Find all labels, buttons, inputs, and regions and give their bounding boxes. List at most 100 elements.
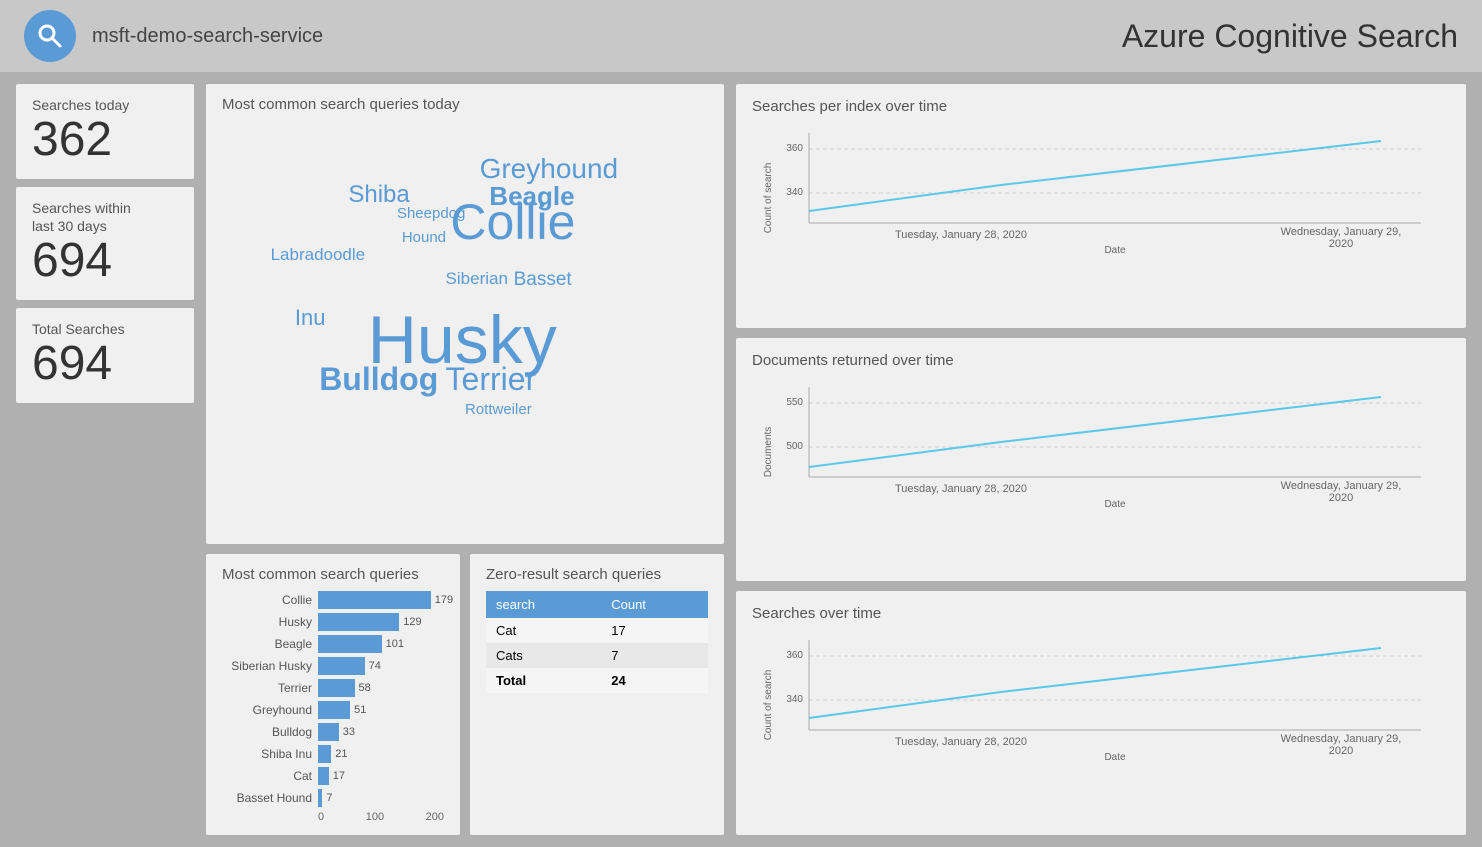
- bar-value: 21: [335, 748, 347, 760]
- bar-value: 51: [354, 704, 366, 716]
- word-cloud-word: Hound: [402, 229, 446, 246]
- right-column: Searches per index over time 360 340 Cou…: [736, 84, 1466, 835]
- svg-text:2020: 2020: [1329, 745, 1353, 757]
- bar-fill: [318, 789, 322, 807]
- header: msft-demo-search-service Azure Cognitive…: [0, 0, 1482, 72]
- documents-returned-svg: 550 500 Documents Tuesday, January 28, 2…: [752, 377, 1450, 507]
- searches-30-card: Searches within last 30 days 694: [16, 187, 194, 300]
- col-count: Count: [601, 591, 708, 618]
- total-value: 24: [601, 668, 708, 693]
- searches-per-index-chart: 360 340 Count of search Tuesday, January…: [752, 123, 1450, 253]
- bar-fill: [318, 701, 350, 719]
- bar-label: Siberian Husky: [222, 659, 312, 673]
- bar-value: 179: [435, 594, 453, 606]
- wordcloud-title: Most common search queries today: [222, 96, 708, 113]
- svg-text:2020: 2020: [1329, 238, 1353, 250]
- word-cloud-word: Terrier: [446, 361, 537, 398]
- bar-value: 129: [403, 616, 421, 628]
- svg-text:Tuesday, January 28, 2020: Tuesday, January 28, 2020: [895, 736, 1027, 748]
- count-cell: 7: [601, 643, 708, 668]
- bar-value: 58: [359, 682, 371, 694]
- header-left: msft-demo-search-service: [24, 10, 323, 62]
- table-row: Cats7: [486, 643, 708, 668]
- svg-text:Date: Date: [1104, 499, 1126, 507]
- bar-fill: [318, 613, 399, 631]
- bar-track: 17: [318, 767, 444, 785]
- bar-label: Collie: [222, 593, 312, 607]
- middle-column: Most common search queries today Greyhou…: [206, 84, 724, 835]
- search-cell: Cat: [486, 618, 601, 643]
- word-cloud-word: Basset: [514, 269, 572, 291]
- svg-text:Date: Date: [1104, 752, 1126, 760]
- bar-axis: 0100200: [222, 811, 444, 823]
- col-search: search: [486, 591, 601, 618]
- bar-value: 101: [386, 638, 404, 650]
- zero-result-table: search Count Cat17Cats7 Total 24: [486, 591, 708, 693]
- app-title: Azure Cognitive Search: [1122, 18, 1458, 55]
- bar-track: 179: [318, 591, 444, 609]
- bar-label: Terrier: [222, 681, 312, 695]
- bar-fill: [318, 767, 329, 785]
- bar-track: 129: [318, 613, 444, 631]
- logo-icon: [24, 10, 76, 62]
- total-searches-value: 694: [32, 338, 178, 391]
- axis-tick: 0: [318, 811, 324, 823]
- wordcloud-card: Most common search queries today Greyhou…: [206, 84, 724, 544]
- bar-row: Beagle 101: [222, 635, 444, 653]
- searches-30-value: 694: [32, 235, 178, 288]
- wordcloud: GreyhoundShibaBeagleSheepdogHoundCollieL…: [222, 121, 708, 521]
- total-searches-label: Total Searches: [32, 320, 178, 338]
- axis-tick: 200: [426, 811, 444, 823]
- bar-label: Beagle: [222, 637, 312, 651]
- stats-column: Searches today 362 Searches within last …: [16, 84, 194, 835]
- svg-text:Date: Date: [1104, 245, 1126, 253]
- bar-fill: [318, 723, 339, 741]
- bar-row: Shiba Inu21: [222, 745, 444, 763]
- bar-label: Basset Hound: [222, 791, 312, 805]
- bar-label: Cat: [222, 769, 312, 783]
- bar-row: Basset Hound7: [222, 789, 444, 807]
- zero-result-card: Zero-result search queries search Count …: [470, 554, 724, 835]
- word-cloud-word: Siberian: [446, 269, 508, 289]
- svg-text:Wednesday, January 29,: Wednesday, January 29,: [1281, 226, 1402, 238]
- bar-value: 17: [333, 770, 345, 782]
- documents-returned-chart: 550 500 Documents Tuesday, January 28, 2…: [752, 377, 1450, 507]
- bar-row: Husky129: [222, 613, 444, 631]
- searches-today-label: Searches today: [32, 96, 178, 114]
- count-cell: 17: [601, 618, 708, 643]
- word-cloud-word: Inu: [295, 305, 326, 331]
- svg-text:Tuesday, January 28, 2020: Tuesday, January 28, 2020: [895, 483, 1027, 495]
- bar-row: Greyhound51: [222, 701, 444, 719]
- searches-over-time-card: Searches over time 360 340 Count of sear…: [736, 591, 1466, 835]
- barchart-title: Most common search queries: [222, 566, 444, 583]
- searches-30-label: Searches within last 30 days: [32, 199, 178, 235]
- searches-today-value: 362: [32, 114, 178, 167]
- svg-text:Wednesday, January 29,: Wednesday, January 29,: [1281, 733, 1402, 745]
- searches-over-time-svg: 360 340 Count of search Tuesday, January…: [752, 630, 1450, 760]
- bar-fill: [318, 635, 382, 653]
- bar-container: Collie 179 Husky129 Beagle 101 Siberian Husky…: [222, 591, 444, 807]
- searches-per-index-card: Searches per index over time 360 340 Cou…: [736, 84, 1466, 328]
- bar-track: 74: [318, 657, 444, 675]
- bar-label: Bulldog: [222, 725, 312, 739]
- word-cloud-word: Labradoodle: [271, 245, 366, 265]
- bar-track: 51: [318, 701, 444, 719]
- total-searches-card: Total Searches 694: [16, 308, 194, 403]
- searches-today-card: Searches today 362: [16, 84, 194, 179]
- svg-text:360: 360: [786, 143, 803, 154]
- word-cloud-word: Bulldog: [319, 361, 438, 398]
- bar-fill: [318, 679, 355, 697]
- svg-text:Count of search: Count of search: [763, 670, 774, 741]
- table-row: Cat17: [486, 618, 708, 643]
- search-cell: Cats: [486, 643, 601, 668]
- svg-text:Tuesday, January 28, 2020: Tuesday, January 28, 2020: [895, 229, 1027, 241]
- table-footer-row: Total 24: [486, 668, 708, 693]
- svg-text:Wednesday, January 29,: Wednesday, January 29,: [1281, 480, 1402, 492]
- bar-row: Siberian Husky 74: [222, 657, 444, 675]
- bottom-row: Most common search queries Collie 179 Husk…: [206, 554, 724, 835]
- documents-returned-card: Documents returned over time 550 500 Doc…: [736, 338, 1466, 582]
- bar-value: 33: [343, 726, 355, 738]
- bar-value: 74: [369, 660, 381, 672]
- bar-track: 33: [318, 723, 444, 741]
- bar-fill: [318, 591, 431, 609]
